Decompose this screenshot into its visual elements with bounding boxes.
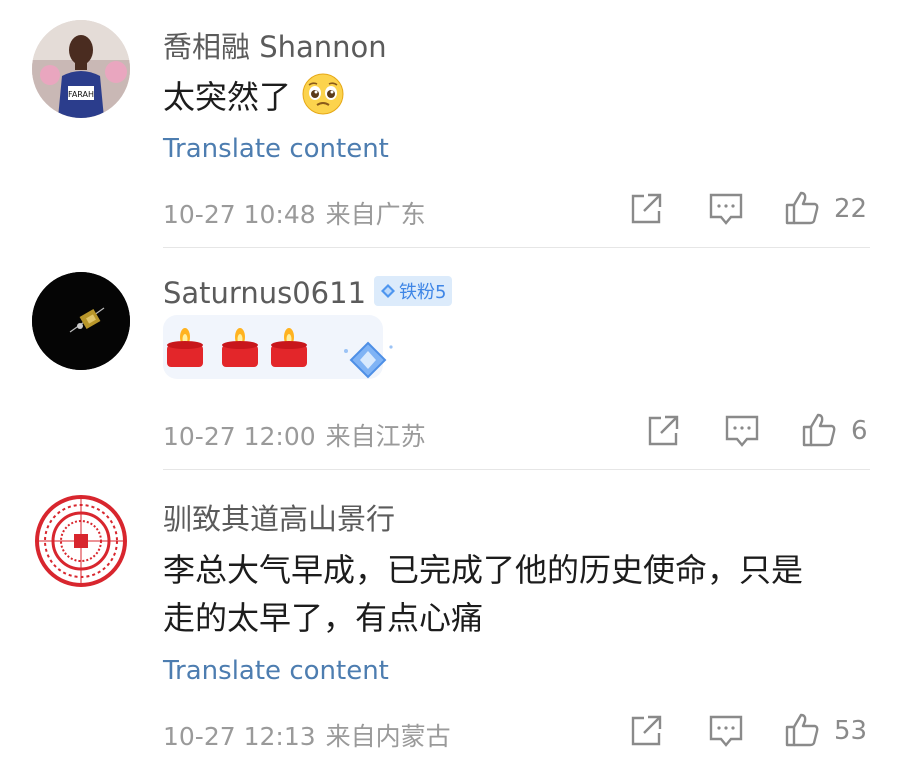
pleading-face-emoji — [302, 73, 344, 115]
divider — [163, 247, 870, 248]
share-square-icon[interactable] — [645, 413, 685, 453]
avatar[interactable] — [32, 272, 130, 370]
satellite-avatar-image — [32, 272, 130, 370]
location: 来自内蒙古 — [325, 722, 451, 751]
timestamp: 10-27 10:48 — [163, 200, 316, 229]
comment-bubble-icon[interactable] — [707, 191, 747, 231]
diamond-icon — [381, 284, 396, 298]
avatar[interactable]: FARAH — [32, 20, 130, 118]
thumbs-up-icon[interactable] — [800, 411, 840, 451]
badge-label: 铁粉5 — [399, 282, 447, 303]
like-count: 53 — [834, 716, 868, 746]
share-square-icon[interactable] — [628, 713, 668, 753]
jersey-label: FARAH — [68, 90, 94, 99]
seal-avatar-image — [33, 493, 129, 589]
thumbs-up-icon[interactable] — [783, 189, 823, 229]
runner-avatar-image: FARAH — [32, 20, 130, 118]
thumbs-up-icon[interactable] — [783, 711, 823, 751]
translate-link[interactable]: Translate content — [163, 134, 389, 164]
location: 来自广东 — [325, 200, 426, 229]
timestamp: 10-27 12:13 — [163, 722, 316, 751]
fan-badge[interactable]: 铁粉5 — [374, 276, 453, 306]
location: 来自江苏 — [325, 422, 426, 451]
username-text: Saturnus0611 — [163, 276, 367, 310]
like-count: 6 — [851, 416, 868, 446]
translate-link[interactable]: Translate content — [163, 656, 389, 686]
comment-meta: 10-27 10:48 来自广东 — [163, 195, 426, 231]
username[interactable]: Saturnus0611 铁粉5 — [163, 276, 453, 310]
username[interactable]: 喬相融 Shannon — [163, 24, 387, 66]
comment-text: 太突然了 — [163, 70, 345, 124]
comment-meta: 10-27 12:13 来自内蒙古 — [163, 717, 451, 753]
timestamp: 10-27 12:00 — [163, 422, 316, 451]
comment-text-line: 太突然了 — [163, 78, 292, 116]
divider — [163, 469, 870, 470]
comment-text: 走的太早了，有点心痛 — [163, 599, 484, 637]
comment-bubble-icon[interactable] — [707, 713, 747, 753]
share-square-icon[interactable] — [628, 191, 668, 231]
comment-text: 李总大气早成，已完成了他的历史使命，只是 — [163, 551, 804, 589]
comment-bubble-icon[interactable] — [723, 413, 763, 453]
username[interactable]: 驯致其道高山景行 — [163, 496, 395, 538]
avatar[interactable] — [32, 492, 130, 590]
comment-meta: 10-27 12:00 来自江苏 — [163, 417, 426, 453]
emoji-row — [163, 315, 393, 381]
like-count: 22 — [834, 194, 868, 224]
